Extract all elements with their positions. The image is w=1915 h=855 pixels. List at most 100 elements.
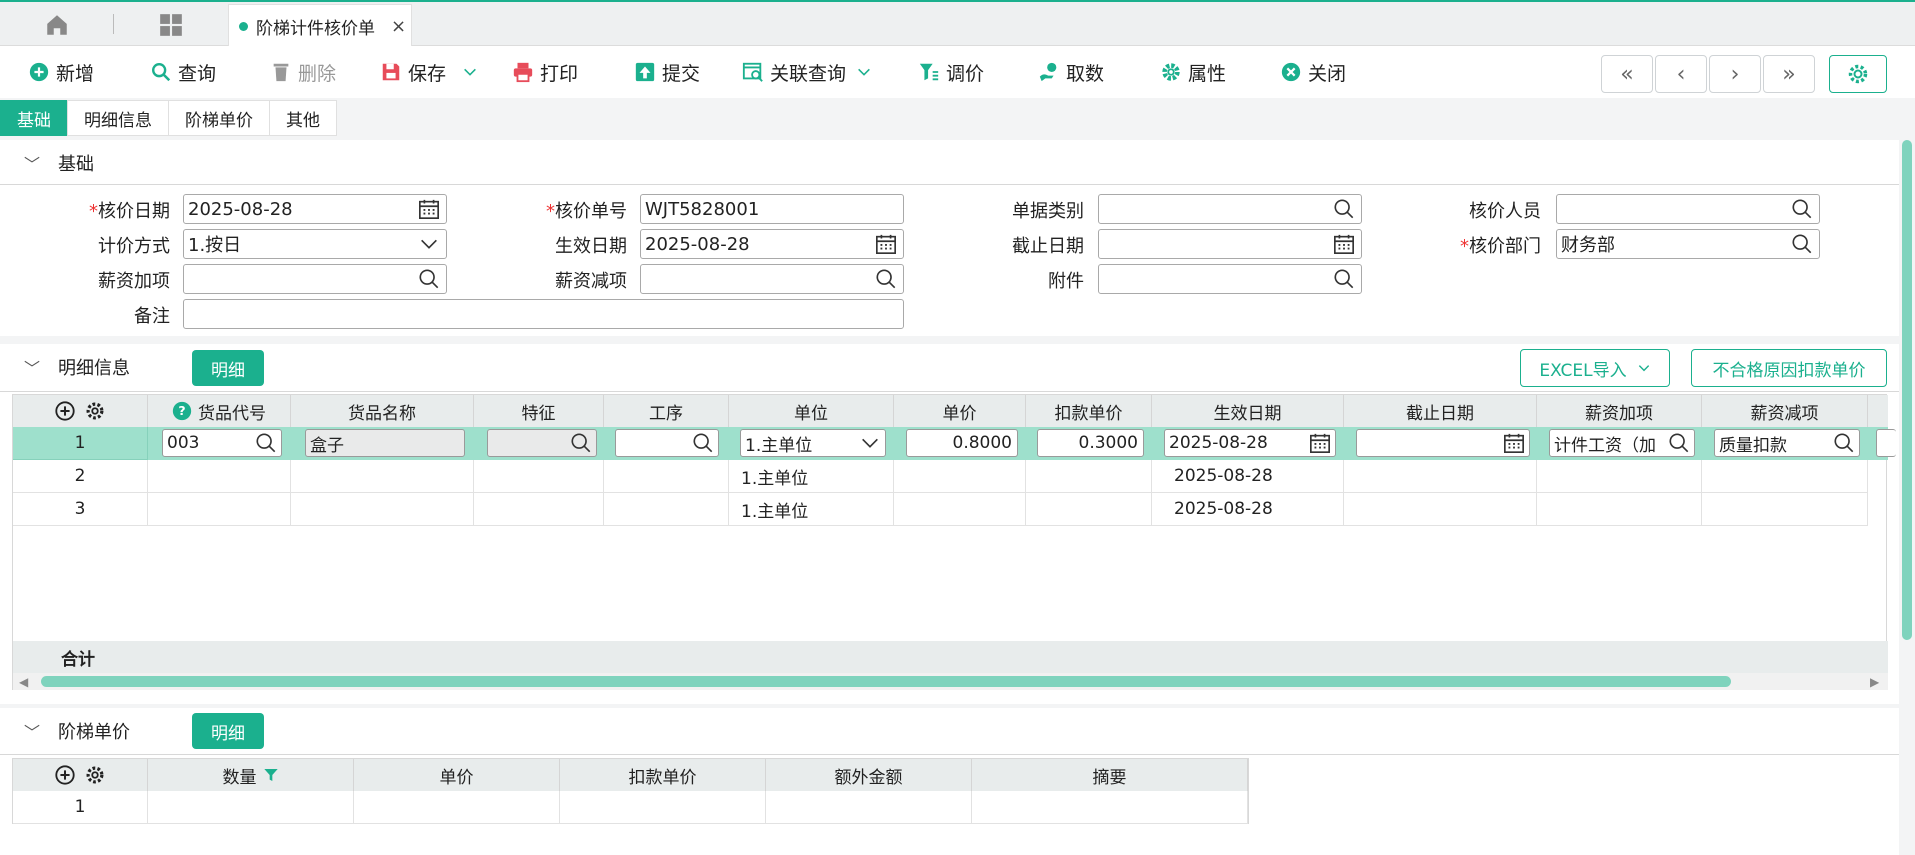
deduct-input[interactable]: 0.3000 [1037,429,1144,457]
grid-icon[interactable] [158,12,184,38]
submit-button[interactable]: 提交 [634,58,700,86]
delete-button[interactable]: 删除 [270,58,336,86]
col-header-unit[interactable]: 单位 [729,395,894,427]
deduct-cell[interactable] [1026,493,1152,526]
col-header-unit-price[interactable]: 单价 [354,759,560,791]
col-header-deduct-price[interactable]: 扣款单价 [560,759,766,791]
vertical-scrollbar[interactable] [1899,100,1915,855]
new-button[interactable]: 新增 [28,58,94,86]
next-record-button[interactable]: › [1709,55,1761,93]
effective-field[interactable]: 2025-08-28 [640,229,904,259]
help-icon[interactable]: ? [172,401,192,421]
deadline-date-input[interactable] [1356,429,1530,457]
salary-add-cell[interactable] [1537,460,1702,493]
name-input[interactable]: 盒子 [305,429,465,457]
unit-cell[interactable]: 1.主单位 [729,493,894,526]
deduct-price-button[interactable]: 不合格原因扣款单价 [1691,349,1887,387]
col-header-effective[interactable]: 生效日期 [1152,395,1344,427]
add-row-icon[interactable] [54,764,76,786]
feature-cell[interactable] [474,460,604,493]
search-icon[interactable] [1833,432,1855,454]
price-cell[interactable] [894,460,1026,493]
close-button[interactable]: 关闭 [1280,58,1346,86]
price-cell[interactable] [894,493,1026,526]
scroll-right-arrow-icon[interactable]: ▶ [1870,675,1879,689]
detail-button[interactable]: 明细 [192,350,264,386]
salary-add-cell[interactable] [1537,493,1702,526]
unit-price-cell[interactable] [354,791,560,824]
fetch-button[interactable]: 取数 [1038,58,1104,86]
column-settings-icon[interactable] [84,764,106,786]
scroll-left-arrow-icon[interactable]: ◀ [19,675,28,689]
column-settings-icon[interactable] [84,400,106,422]
table-row[interactable]: 2 1.主单位 2025-08-28 [13,460,1888,493]
detail-section-header[interactable]: ﹀ 明细信息 [0,344,130,390]
search-icon[interactable] [692,432,714,454]
salary-sub-cell[interactable] [1702,493,1868,526]
tier-detail-button[interactable]: 明细 [192,713,264,749]
query-button[interactable]: 查询 [150,58,216,86]
basic-section-header[interactable]: ﹀ 基础 [0,140,94,186]
calendar-icon[interactable] [1333,233,1355,255]
add-row-icon[interactable] [54,400,76,422]
close-tab-icon[interactable]: × [391,16,406,37]
salary-sub-field[interactable] [640,264,904,294]
salary-sub-cell[interactable] [1702,460,1868,493]
prev-record-button[interactable]: ‹ [1655,55,1707,93]
deduct-price-cell[interactable] [560,791,766,824]
horizontal-scrollbar[interactable]: ◀ ▶ [13,673,1888,690]
col-header-salary-sub[interactable]: 薪资减项 [1702,395,1868,427]
calendar-icon[interactable] [875,233,897,255]
scrollbar-thumb[interactable] [41,676,1731,687]
salary-add-field[interactable] [183,264,447,294]
print-button[interactable]: 打印 [512,58,578,86]
col-header-name[interactable]: 货品名称 [291,395,474,427]
table-row[interactable]: 1 [13,791,1248,824]
process-cell[interactable] [604,493,729,526]
chevron-down-icon[interactable] [859,432,881,454]
doc-type-field[interactable] [1098,194,1362,224]
attachment-field[interactable] [1098,264,1362,294]
save-button[interactable]: 保存 [380,58,478,86]
code-cell[interactable] [148,460,291,493]
deduct-cell[interactable] [1026,460,1152,493]
feature-input[interactable] [487,429,597,457]
code-input[interactable]: 003 [162,429,282,457]
chevron-down-icon[interactable] [418,233,440,255]
search-icon[interactable] [1668,432,1690,454]
deadline-cell[interactable] [1344,493,1537,526]
chevron-down-icon[interactable] [462,64,478,80]
code-cell[interactable] [148,493,291,526]
filter-icon[interactable] [263,767,279,783]
name-cell[interactable] [291,493,474,526]
name-cell[interactable] [291,460,474,493]
unit-cell[interactable]: 1.主单位 [729,460,894,493]
tab-tier-pricing[interactable]: 阶梯计件核价单 × [228,4,412,48]
col-header-feature[interactable]: 特征 [474,395,604,427]
excel-import-button[interactable]: EXCEL导入 [1520,349,1670,387]
search-icon[interactable] [1791,233,1813,255]
table-row[interactable]: 3 1.主单位 2025-08-28 [13,493,1888,526]
related-query-button[interactable]: 关联查询 [742,58,872,86]
search-icon[interactable] [1333,268,1355,290]
search-icon[interactable] [1791,198,1813,220]
tier-section-header[interactable]: ﹀ 阶梯单价 [0,708,130,754]
process-cell[interactable] [604,460,729,493]
search-icon[interactable] [875,268,897,290]
date-field[interactable]: 2025-08-28 [183,194,447,224]
col-header-process[interactable]: 工序 [604,395,729,427]
adjust-price-button[interactable]: 调价 [918,58,984,86]
subtab-detail[interactable]: 明细信息 [67,100,169,136]
settings-button[interactable] [1829,55,1887,93]
col-header-deadline[interactable]: 截止日期 [1344,395,1537,427]
first-record-button[interactable]: « [1601,55,1653,93]
summary-cell[interactable] [972,791,1248,824]
last-record-button[interactable]: » [1763,55,1815,93]
calendar-icon[interactable] [1503,432,1525,454]
extra-amount-cell[interactable] [766,791,972,824]
search-icon[interactable] [255,432,277,454]
col-header-extra-amount[interactable]: 额外金额 [766,759,972,791]
salary-add-input[interactable]: 计件工资（加 [1549,429,1695,457]
feature-cell[interactable] [474,493,604,526]
price-input[interactable]: 0.8000 [906,429,1018,457]
